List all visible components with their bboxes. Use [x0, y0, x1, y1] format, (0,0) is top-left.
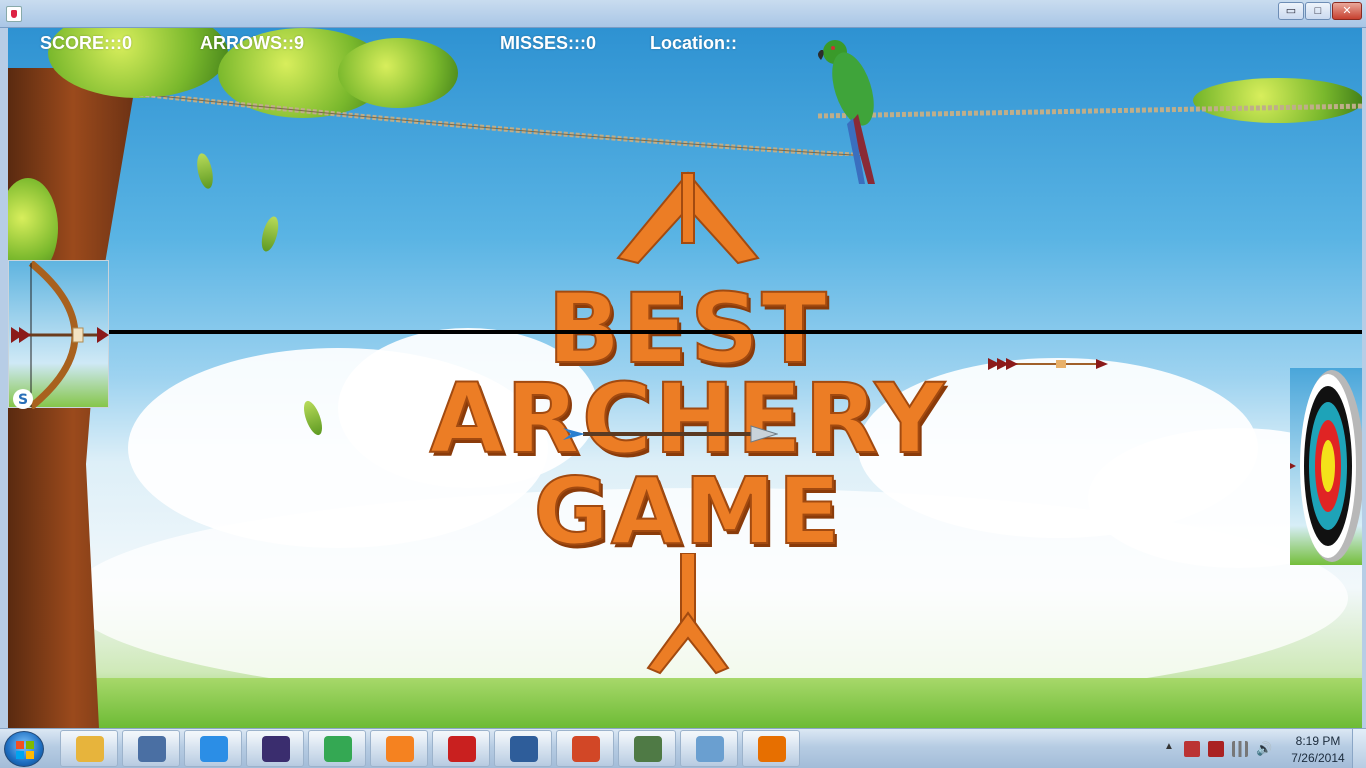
arrow-fletching-top	[616, 171, 760, 265]
chrome-icon	[324, 736, 352, 762]
falling-leaf	[258, 214, 282, 254]
itunes-icon	[200, 736, 228, 762]
powerpoint-icon	[572, 736, 600, 762]
grass-ground	[8, 678, 1362, 728]
misses-label: MISSES:::0	[500, 33, 597, 53]
taskbar-item-virtualbox[interactable]	[494, 730, 552, 767]
taskbar-item-itunes[interactable]	[184, 730, 242, 767]
falling-leaf	[194, 151, 216, 191]
svg-text:S: S	[18, 392, 28, 408]
eclipse-icon	[262, 736, 290, 762]
bow-icon: S	[11, 260, 109, 410]
close-button[interactable]: ✕	[1332, 2, 1362, 20]
taskbar-item-notepad[interactable]	[122, 730, 180, 767]
action-center-flag-icon[interactable]	[1184, 741, 1200, 757]
taskbar-item-vlc[interactable]	[370, 730, 428, 767]
taskbar: ▲ 🔊 8:19 PM 7/26/2014	[0, 728, 1366, 768]
file-explorer-icon	[76, 736, 104, 762]
taskbar-item-file-explorer[interactable]	[60, 730, 118, 767]
taskbar-item-window-app[interactable]	[618, 730, 676, 767]
taskbar-item-powerpoint[interactable]	[556, 730, 614, 767]
show-desktop-button[interactable]	[1352, 729, 1366, 768]
score-label: SCORE:::0	[40, 33, 133, 53]
vlc-icon	[386, 736, 414, 762]
java-icon	[758, 736, 786, 762]
maximize-button[interactable]: □	[1305, 2, 1331, 20]
taskbar-item-eclipse[interactable]	[246, 730, 304, 767]
start-button[interactable]	[4, 731, 44, 767]
target-icon	[1290, 370, 1362, 562]
paint-icon	[696, 736, 724, 762]
network-signal-icon[interactable]	[1232, 741, 1248, 757]
aim-line	[8, 330, 1362, 334]
clock-date[interactable]: 7/26/2014	[1282, 751, 1354, 765]
show-hidden-icons-icon[interactable]: ▲	[1164, 741, 1174, 757]
taskbar-item-java[interactable]	[742, 730, 800, 767]
volume-icon[interactable]: 🔊	[1256, 741, 1272, 757]
taskbar-item-paint[interactable]	[680, 730, 738, 767]
arrows-remaining-label: ARROWS::9	[200, 33, 304, 53]
acrobat-icon	[448, 736, 476, 762]
window-frame-left	[0, 28, 8, 728]
flying-arrow	[988, 358, 1108, 370]
minimize-button[interactable]: ▭	[1278, 2, 1304, 20]
notepad-icon	[138, 736, 166, 762]
tray-app-icon[interactable]	[1208, 741, 1224, 757]
taskbar-item-chrome[interactable]	[308, 730, 366, 767]
logo-word-game: GAME	[532, 457, 843, 566]
window-titlebar[interactable]: ▭ □ ✕	[0, 0, 1366, 28]
window-app-icon	[634, 736, 662, 762]
java-app-icon[interactable]	[6, 6, 22, 22]
clock-time[interactable]: 8:19 PM	[1288, 734, 1348, 748]
game-canvas[interactable]: BEST ARCHERY GAME S SCORE:::0 ARROWS::9 …	[8, 28, 1362, 728]
windows-logo-icon	[16, 741, 34, 759]
stuck-arrow	[563, 425, 778, 443]
taskbar-item-acrobat[interactable]	[432, 730, 490, 767]
bow-shooter[interactable]: S	[8, 260, 109, 410]
archery-target	[1290, 368, 1362, 565]
arrow-fletching-bottom	[646, 553, 730, 675]
virtualbox-icon	[510, 736, 538, 762]
location-label: Location::	[650, 33, 737, 53]
best-archery-game-logo: BEST ARCHERY GAME	[418, 168, 958, 678]
window-frame-right	[1362, 28, 1366, 728]
rope	[135, 96, 1362, 156]
